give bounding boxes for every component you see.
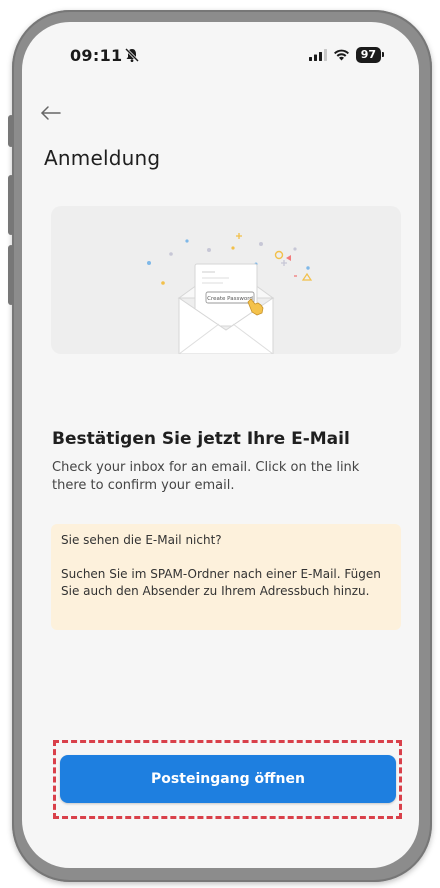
wifi-icon (333, 49, 349, 61)
phone-side-button (8, 115, 14, 147)
arrow-left-icon[interactable] (40, 105, 62, 121)
open-envelope-illustration: Create Password (147, 233, 313, 355)
spam-notice-heading: Sie sehen die E-Mail nicht? (61, 533, 222, 547)
phone-side-button (8, 175, 14, 235)
phone-side-button (8, 245, 14, 305)
spam-notice-text: Suchen Sie im SPAM-Ordner nach einer E-M… (61, 567, 381, 598)
create-password-label: Create Password (207, 296, 253, 302)
page-title: Anmeldung (44, 146, 161, 170)
battery-icon: 97 (355, 47, 385, 63)
phone-screen: 09:11 97 Anmeldung Create Password Bestä… (22, 22, 419, 868)
signal-icon (308, 49, 327, 61)
status-time: 09:11 (70, 46, 123, 65)
confirm-email-description: Check your inbox for an email. Click on … (52, 460, 360, 493)
spam-notice: Sie sehen die E-Mail nicht? Suchen Sie i… (51, 524, 401, 630)
confirm-email-heading: Bestätigen Sie jetzt Ihre E-Mail (52, 429, 350, 449)
mute-icon (124, 47, 140, 63)
status-bar: 09:11 97 (22, 22, 419, 78)
email-illustration: Create Password (51, 206, 401, 355)
status-indicators: 97 (308, 47, 385, 63)
open-inbox-button[interactable]: Posteingang öffnen (60, 755, 396, 803)
